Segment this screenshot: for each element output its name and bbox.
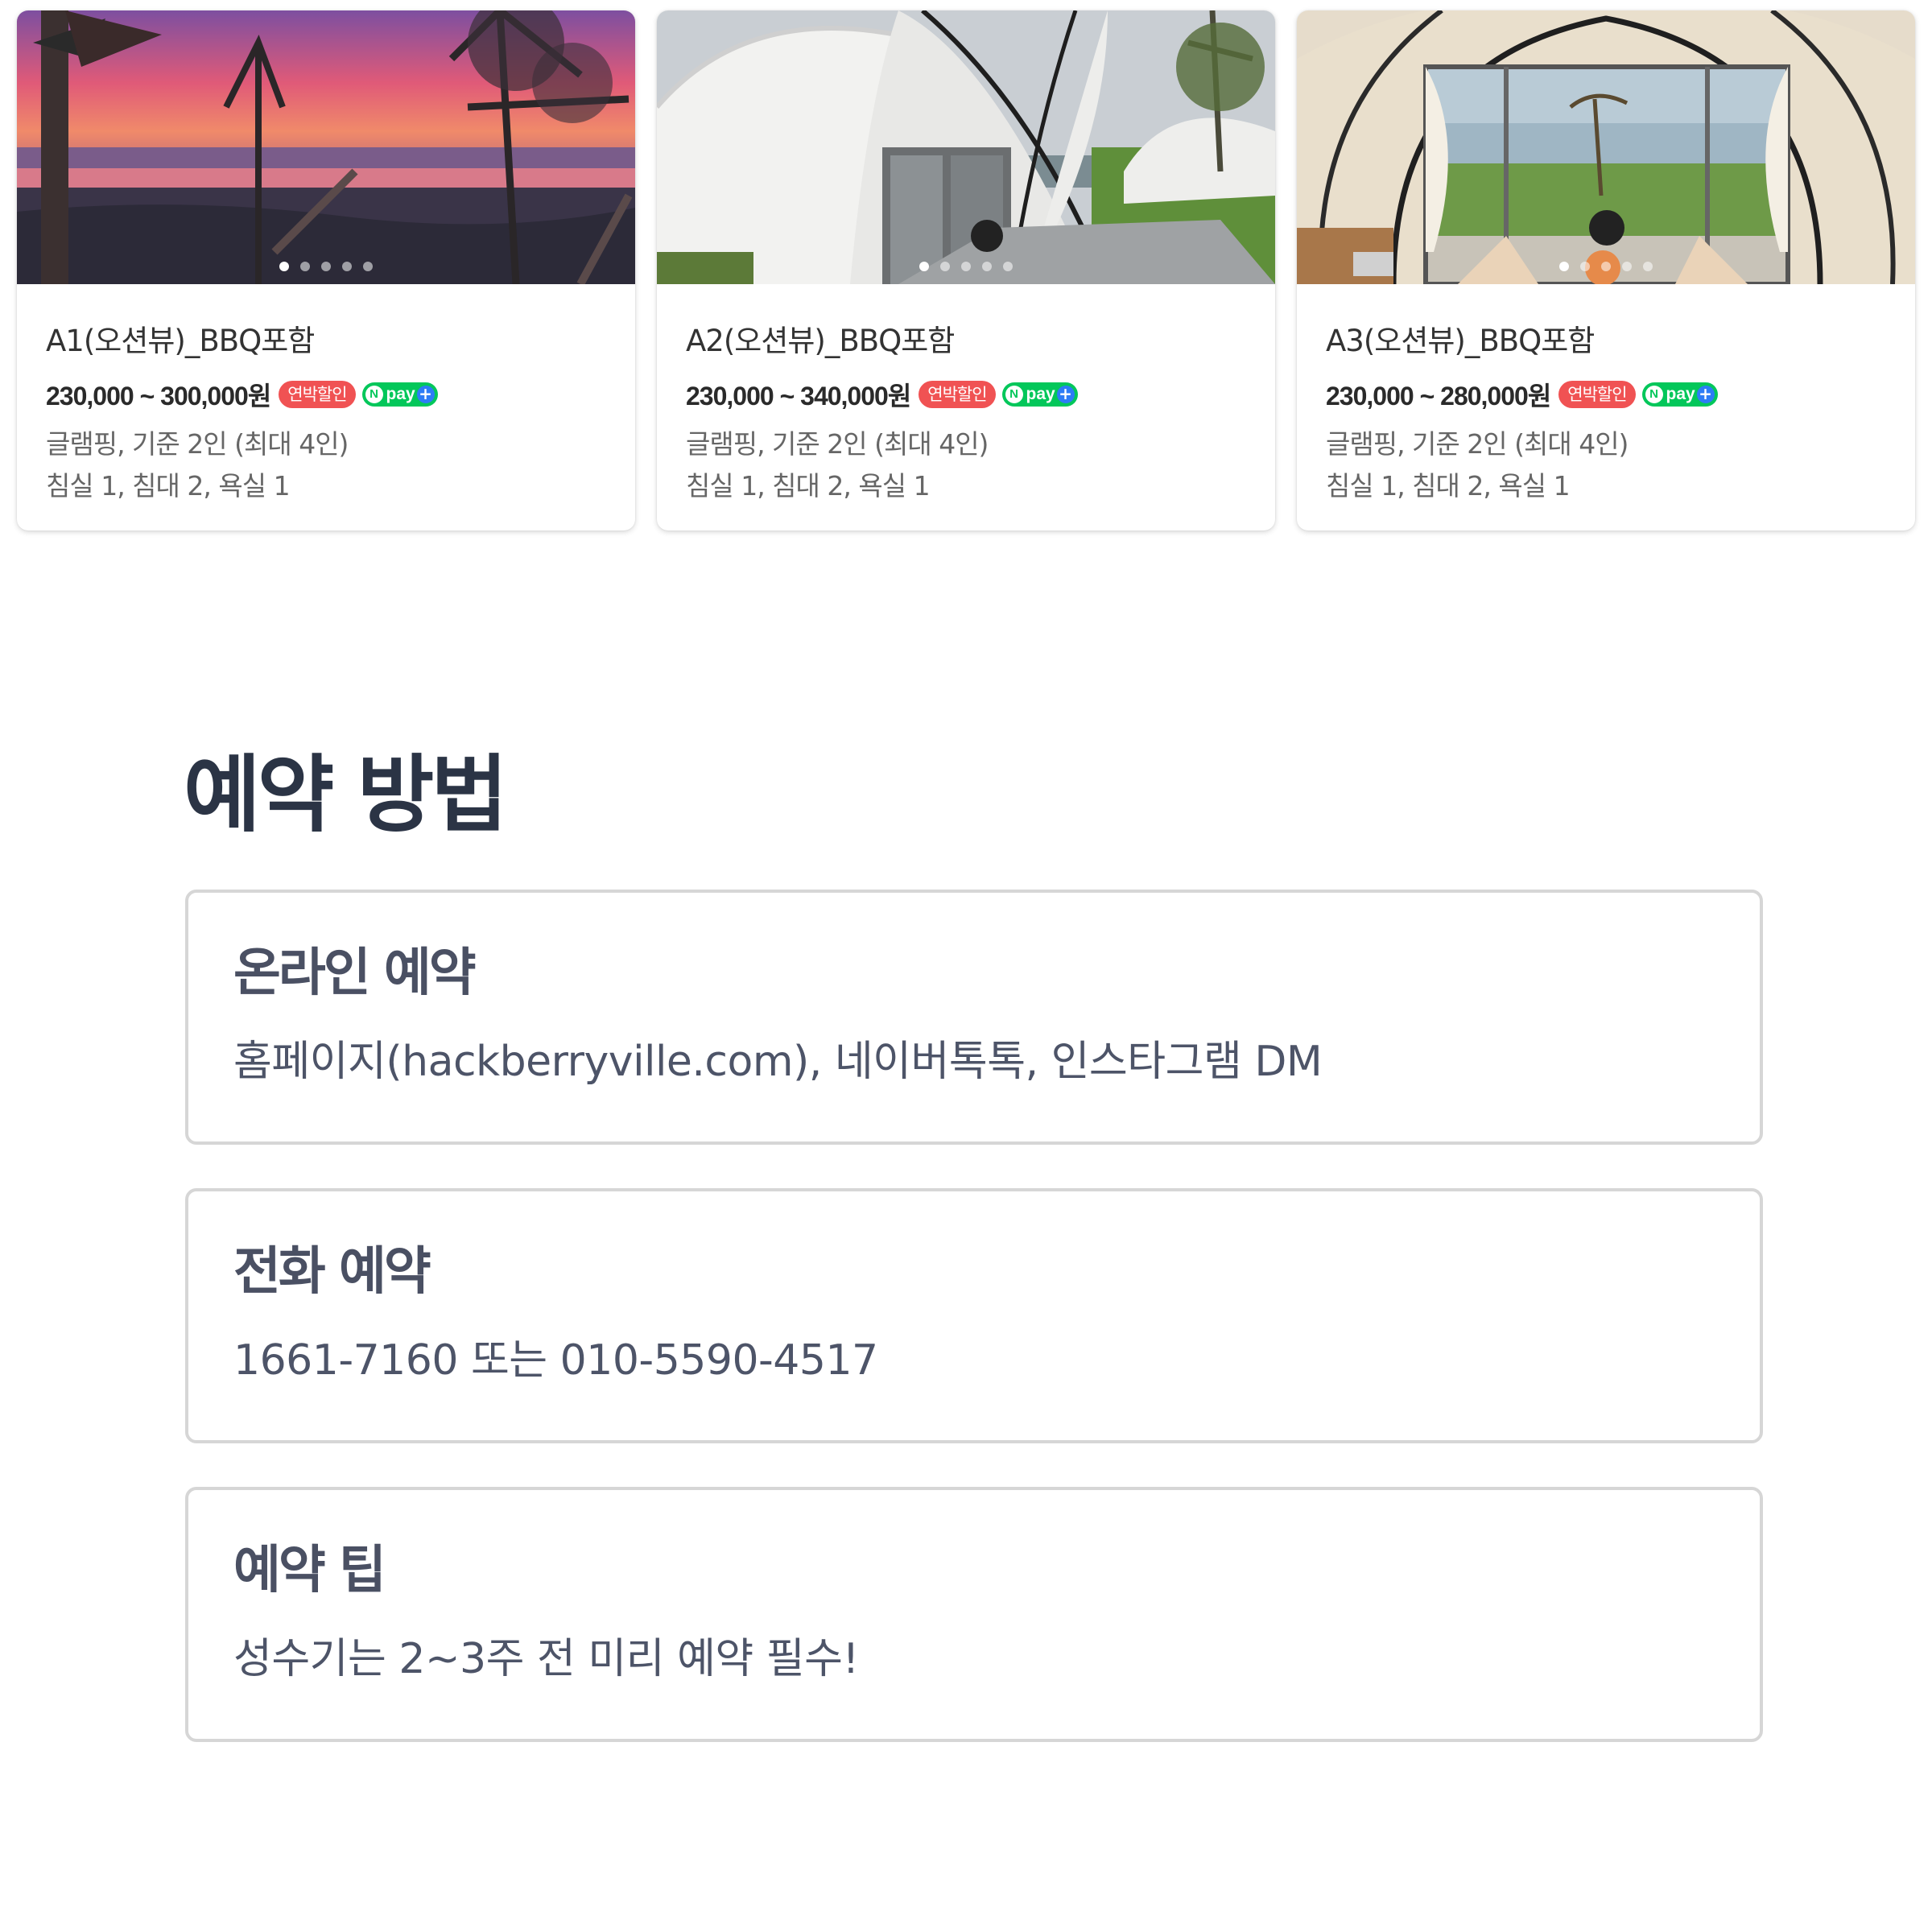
phone-reservation-box: 전화 예약 1661-7160 또는 010-5590-4517	[185, 1188, 1763, 1443]
listing-price: 230,000 ~ 340,000원	[686, 382, 911, 411]
slide-dot[interactable]	[982, 262, 992, 271]
listing-capacity: 글램핑, 기준 2인 (최대 4인)	[1326, 428, 1629, 460]
listing-card-a2[interactable]: A2(오션뷰)_BBQ포함 230,000 ~ 340,000원 연박할인 N …	[657, 10, 1275, 530]
slide-dot[interactable]	[961, 262, 971, 271]
info-box-title: 전화 예약	[233, 1242, 431, 1302]
slide-dot[interactable]	[919, 262, 929, 271]
listing-card-a1[interactable]: A1(오션뷰)_BBQ포함 230,000 ~ 300,000원 연박할인 N …	[17, 10, 635, 530]
naver-n-icon: N	[1005, 386, 1023, 403]
info-box-title: 온라인 예약	[233, 943, 477, 1003]
npay-badge: N pay +	[361, 382, 438, 407]
discount-badge: 연박할인	[919, 381, 996, 408]
naver-n-icon: N	[365, 386, 383, 403]
slide-dot[interactable]	[1003, 262, 1013, 271]
listing-rooms: 침실 1, 침대 2, 욕실 1	[686, 470, 931, 502]
npay-badge: N pay +	[1641, 382, 1718, 407]
price-row: 230,000 ~ 280,000원 연박할인 N pay +	[1326, 378, 1886, 411]
discount-badge: 연박할인	[1558, 381, 1636, 408]
slide-dot[interactable]	[940, 262, 950, 271]
info-box-text: 1661-7160 또는 010-5590-4517	[233, 1336, 878, 1385]
reservation-heading: 예약 방법	[184, 745, 508, 844]
slide-dot[interactable]	[342, 262, 352, 271]
reservation-tip-box: 예약 팁 성수기는 2~3주 전 미리 예약 필수!	[185, 1487, 1763, 1742]
listing-photo[interactable]	[17, 10, 635, 284]
listing-capacity: 글램핑, 기준 2인 (최대 4인)	[46, 428, 349, 460]
plus-icon: +	[1696, 386, 1715, 403]
listing-title[interactable]: A3(오션뷰)_BBQ포함	[1326, 326, 1886, 356]
npay-label: pay	[1026, 385, 1055, 403]
tent-interior-photo	[1297, 10, 1915, 284]
price-row: 230,000 ~ 340,000원 연박할인 N pay +	[686, 378, 1246, 411]
listing-capacity: 글램핑, 기준 2인 (최대 4인)	[686, 428, 989, 460]
info-box-text: 성수기는 2~3주 전 미리 예약 필수!	[233, 1635, 859, 1683]
slide-indicator[interactable]	[17, 262, 635, 271]
slide-dot[interactable]	[1580, 262, 1590, 271]
slide-indicator[interactable]	[1297, 262, 1915, 271]
listing-photo[interactable]	[657, 10, 1275, 284]
listing-price: 230,000 ~ 280,000원	[1326, 382, 1551, 411]
slide-dot[interactable]	[300, 262, 310, 271]
plus-icon: +	[1056, 386, 1075, 403]
slide-dot[interactable]	[1601, 262, 1611, 271]
slide-dot[interactable]	[363, 262, 373, 271]
naver-n-icon: N	[1645, 386, 1663, 403]
listing-photo[interactable]	[1297, 10, 1915, 284]
slide-dot[interactable]	[279, 262, 289, 271]
listing-rooms: 침실 1, 침대 2, 욕실 1	[46, 470, 291, 502]
discount-badge: 연박할인	[279, 381, 356, 408]
slide-dot[interactable]	[1643, 262, 1653, 271]
listing-title[interactable]: A1(오션뷰)_BBQ포함	[46, 326, 606, 356]
npay-badge: N pay +	[1001, 382, 1078, 407]
white-tent-photo	[657, 10, 1275, 284]
price-row: 230,000 ~ 300,000원 연박할인 N pay +	[46, 378, 606, 411]
listing-rooms: 침실 1, 침대 2, 욕실 1	[1326, 470, 1571, 502]
plus-icon: +	[416, 386, 435, 403]
slide-dot[interactable]	[1622, 262, 1632, 271]
sunset-ocean-photo	[17, 10, 635, 284]
online-reservation-box: 온라인 예약 홈페이지(hackberryville.com), 네이버톡톡, …	[185, 890, 1763, 1145]
slide-dot[interactable]	[321, 262, 331, 271]
listing-cards: A1(오션뷰)_BBQ포함 230,000 ~ 300,000원 연박할인 N …	[17, 10, 1915, 530]
npay-label: pay	[386, 385, 415, 403]
slide-dot[interactable]	[1559, 262, 1569, 271]
info-box-text: 홈페이지(hackberryville.com), 네이버톡톡, 인스타그램 D…	[233, 1038, 1323, 1086]
npay-label: pay	[1666, 385, 1695, 403]
slide-indicator[interactable]	[657, 262, 1275, 271]
listing-price: 230,000 ~ 300,000원	[46, 382, 271, 411]
info-box-title: 예약 팁	[233, 1541, 386, 1600]
listing-title[interactable]: A2(오션뷰)_BBQ포함	[686, 326, 1246, 356]
listing-card-a3[interactable]: A3(오션뷰)_BBQ포함 230,000 ~ 280,000원 연박할인 N …	[1297, 10, 1915, 530]
